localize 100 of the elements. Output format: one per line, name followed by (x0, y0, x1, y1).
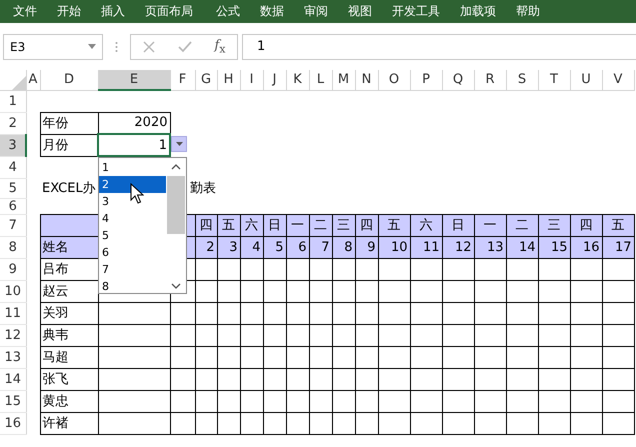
column-header[interactable]: O (378, 70, 410, 90)
date-cell: 2 (206, 240, 214, 254)
menu-item[interactable]: 页面布局 (138, 3, 209, 20)
row-header[interactable]: 16 (0, 412, 26, 434)
row-header[interactable]: 11 (0, 302, 26, 324)
sheet-title: 勤表 (190, 181, 216, 196)
date-cell: 7 (321, 240, 330, 254)
row-header[interactable]: 7 (0, 214, 26, 236)
column-header[interactable]: Q (442, 70, 474, 90)
row-header[interactable]: 14 (0, 368, 26, 390)
weekday-cell: 日 (268, 218, 281, 233)
column-header[interactable]: R (474, 70, 506, 90)
scroll-down-icon[interactable] (171, 283, 181, 289)
weekday-cell: 五 (612, 218, 624, 233)
column-header[interactable]: H (217, 70, 240, 90)
menu-item[interactable]: 开发工具 (385, 3, 453, 20)
row-header[interactable]: 15 (0, 390, 26, 412)
weekday-cell: 五 (222, 218, 235, 233)
list-option[interactable]: 2 (99, 176, 166, 193)
column-header[interactable]: G (195, 70, 217, 90)
column-header[interactable]: P (410, 70, 442, 90)
date-cell: 10 (390, 240, 408, 254)
menu-item[interactable]: 加载项 (453, 3, 509, 20)
caret-icon (176, 142, 182, 146)
row-header[interactable]: 9 (0, 258, 26, 280)
year-label: 年份 (42, 116, 68, 131)
date-cell: 3 (229, 240, 238, 254)
weekday-cell: 一 (291, 218, 304, 233)
weekday-cell: 四 (200, 218, 212, 233)
row-header[interactable]: 8 (0, 236, 26, 258)
column-header[interactable]: T (538, 70, 570, 90)
weekday-cell: 五 (388, 218, 400, 233)
dropdown-button[interactable] (171, 136, 187, 152)
date-cell: 8 (344, 240, 352, 254)
column-header[interactable]: V (602, 70, 634, 90)
menu-item[interactable]: 视图 (341, 3, 385, 20)
column-header[interactable]: I (240, 70, 263, 90)
column-header[interactable]: E (98, 70, 170, 90)
column-header[interactable]: D (40, 70, 98, 90)
month-value: 1 (158, 138, 167, 152)
list-option[interactable]: 3 (99, 193, 166, 210)
cancel-icon[interactable] (142, 40, 154, 52)
row-header[interactable]: 2 (0, 112, 26, 134)
column-header[interactable]: A (26, 70, 40, 90)
year-value: 2020 (134, 115, 168, 130)
menu-item[interactable]: 数据 (253, 3, 297, 20)
column-header[interactable]: J (263, 70, 286, 90)
row-header[interactable]: 12 (0, 324, 26, 346)
row-header[interactable]: 6 (0, 198, 26, 214)
formula-field[interactable]: 1 (242, 34, 636, 60)
scrollbar-thumb[interactable] (167, 176, 185, 234)
row-header[interactable]: 4 (0, 156, 26, 178)
month-label: 月份 (42, 138, 68, 153)
weekday-cell: 三 (337, 218, 350, 233)
scroll-up-icon[interactable] (171, 164, 181, 170)
date-cell: 13 (486, 240, 504, 254)
name-cell: 许褚 (42, 416, 68, 431)
menu-item[interactable]: 文件 (6, 3, 50, 20)
name-cell: 赵云 (42, 284, 68, 299)
name-cell: 黄忠 (42, 394, 68, 409)
menu-item[interactable]: 插入 (94, 3, 138, 20)
date-cell: 15 (550, 240, 568, 254)
menu-item[interactable]: 帮助 (509, 3, 553, 20)
row-header[interactable]: 3 (0, 134, 26, 156)
list-option[interactable]: 5 (99, 227, 166, 244)
column-header[interactable]: M (332, 70, 355, 90)
name-cell: 吕布 (42, 262, 68, 277)
menu-item[interactable]: 公式 (209, 3, 253, 20)
date-cell: 17 (614, 240, 632, 254)
check-icon[interactable] (178, 40, 192, 52)
weekday-cell: 六 (420, 218, 432, 233)
mouse-pointer-icon (130, 183, 144, 205)
weekday-cell: 一 (484, 218, 496, 233)
weekday-cell: 六 (245, 218, 258, 233)
row-header[interactable]: 13 (0, 346, 26, 368)
column-header[interactable]: S (506, 70, 538, 90)
column-header[interactable]: N (355, 70, 378, 90)
caret-icon (88, 44, 96, 49)
date-cell: 6 (298, 240, 306, 254)
name-box[interactable]: E3 (3, 34, 103, 60)
row-header[interactable]: 5 (0, 178, 26, 198)
column-header[interactable]: K (286, 70, 309, 90)
row-header[interactable]: 1 (0, 90, 26, 112)
name-cell: 典韦 (42, 328, 68, 343)
list-option[interactable]: 1 (99, 159, 166, 176)
list-option[interactable]: 6 (99, 244, 166, 261)
more-icon (115, 40, 118, 52)
weekday-cell: 三 (548, 218, 560, 233)
row-header[interactable]: 10 (0, 280, 26, 302)
select-all-icon[interactable] (12, 76, 25, 89)
insert-function-button[interactable]: f$_{x}$ (214, 38, 226, 56)
menu-item[interactable]: 审阅 (297, 3, 341, 20)
menu-item[interactable]: 开始 (50, 3, 94, 20)
list-option[interactable]: 4 (99, 210, 166, 227)
column-header[interactable]: U (570, 70, 602, 90)
column-header[interactable]: F (170, 70, 195, 90)
date-cell: 5 (275, 240, 284, 254)
date-cell: 9 (367, 240, 376, 254)
weekday-cell: 二 (314, 218, 327, 233)
column-header[interactable]: L (309, 70, 332, 90)
